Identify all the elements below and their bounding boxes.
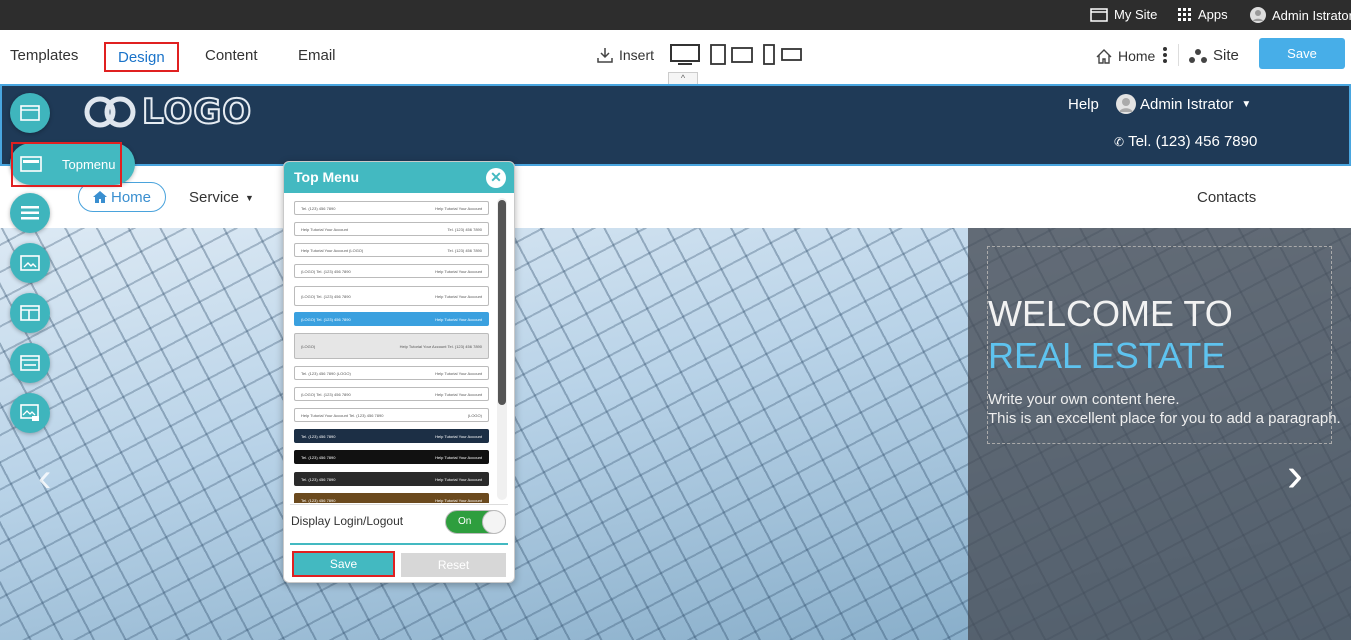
avatar-icon bbox=[1250, 7, 1266, 23]
nav-home-label: Home bbox=[110, 188, 151, 206]
desktop-view-icon[interactable] bbox=[670, 44, 700, 66]
top-bar: My Site Apps Admin Istrator bbox=[0, 0, 1351, 30]
hero-paragraph-1: Write your own content here. bbox=[988, 391, 1180, 408]
tab-templates[interactable]: Templates bbox=[10, 42, 78, 72]
image-frame-icon bbox=[20, 255, 40, 271]
home-label: Home bbox=[1118, 48, 1156, 64]
apps-label: Apps bbox=[1198, 7, 1228, 22]
caret-down-icon: ▼ bbox=[1241, 98, 1252, 110]
top-menu-panel: Top Menu ✕ Tel. (123) 456 7890 Help Tutor… bbox=[283, 161, 515, 583]
scrollbar-thumb[interactable] bbox=[498, 200, 506, 405]
menu-style-option[interactable]: (LOGO) Tel. (123) 456 7890 Help Tutorial … bbox=[294, 312, 489, 326]
topmenu-highlight bbox=[11, 142, 122, 187]
footer-button[interactable] bbox=[10, 343, 50, 383]
site-menu[interactable]: Site bbox=[1189, 47, 1239, 64]
menu-style-option[interactable]: Help Tutorial Your Account Tel. (123) 45… bbox=[294, 408, 489, 422]
menu-style-option[interactable]: Help Tutorial Your Account Tel. (123) 456… bbox=[294, 222, 489, 236]
insert-button[interactable]: Insert bbox=[597, 47, 654, 63]
apps-grid-icon bbox=[1178, 7, 1191, 21]
header-user-menu[interactable]: Admin Istrator ▼ bbox=[1116, 94, 1251, 114]
content-layout-button[interactable] bbox=[10, 293, 50, 333]
site-header[interactable]: LOGO Help Admin Istrator ▼ ✆ Tel. (123) … bbox=[0, 84, 1351, 166]
insert-label: Insert bbox=[619, 47, 655, 63]
editor-toolbar: Templates Design Content Email Insert ^ … bbox=[0, 30, 1351, 84]
menu-style-option[interactable]: Tel. (123) 456 7890 Help Tutorial Your Ac… bbox=[294, 201, 489, 215]
nav-service-label: Service bbox=[189, 189, 240, 206]
home-icon bbox=[92, 191, 107, 203]
hero-paragraph-2: This is an excellent place for you to ad… bbox=[988, 410, 1341, 427]
my-site-link[interactable]: My Site bbox=[1090, 7, 1157, 22]
banner-button[interactable] bbox=[10, 243, 50, 283]
panel-reset-button[interactable]: Reset bbox=[401, 553, 506, 577]
tablet-view-icon[interactable] bbox=[710, 44, 754, 66]
menu-style-option[interactable]: (LOGO) Tel. (123) 456 7890 Help Tutorial … bbox=[294, 387, 489, 401]
hero-title-line2: REAL ESTATE bbox=[988, 335, 1226, 376]
menu-button[interactable] bbox=[10, 193, 50, 233]
window-icon bbox=[20, 105, 40, 121]
tab-design[interactable]: Design bbox=[104, 42, 179, 72]
nav-contacts[interactable]: Contacts bbox=[1197, 189, 1256, 206]
slider-next-icon[interactable]: › bbox=[1287, 448, 1303, 503]
panel-divider bbox=[290, 504, 508, 505]
hero-slider: WELCOME TO REAL ESTATE Write your own co… bbox=[0, 228, 1351, 640]
toggle-knob bbox=[482, 510, 506, 534]
hamburger-icon bbox=[21, 206, 39, 220]
header-user-name: Admin Istrator bbox=[1140, 95, 1234, 113]
collapse-toolbar-icon[interactable]: ^ bbox=[668, 72, 698, 84]
menu-style-option[interactable]: (LOGO) Tel. (123) 456 7890 Help Tutorial … bbox=[294, 264, 489, 278]
toolbar-divider bbox=[1178, 44, 1179, 66]
sitemap-icon bbox=[1189, 48, 1207, 63]
phone-number: Tel. (123) 456 7890 bbox=[1128, 133, 1258, 150]
user-name: Admin Istrator bbox=[1272, 7, 1351, 23]
menu-style-list: Tel. (123) 456 7890 Help Tutorial Your Ac… bbox=[284, 193, 514, 503]
close-icon[interactable]: ✕ bbox=[486, 168, 506, 188]
menu-style-option[interactable]: Help Tutorial Your Account (LOGO) Tel. (1… bbox=[294, 243, 489, 257]
user-avatar-icon bbox=[1116, 94, 1136, 114]
apps-link[interactable]: Apps bbox=[1178, 7, 1228, 22]
menu-style-option[interactable]: (LOGO) Help Tutorial Your Account Tel. (1… bbox=[294, 333, 489, 359]
slider-prev-icon[interactable]: ‹ bbox=[38, 456, 51, 501]
download-icon bbox=[597, 48, 613, 63]
background-image-button[interactable] bbox=[10, 393, 50, 433]
home-page-selector[interactable]: Home bbox=[1096, 48, 1155, 64]
panel-save-button[interactable]: Save bbox=[292, 551, 395, 577]
panel-scrollbar[interactable] bbox=[497, 198, 507, 500]
tab-email[interactable]: Email bbox=[298, 42, 336, 72]
logo-rings-icon bbox=[84, 96, 136, 128]
menu-style-option[interactable]: Tel. (123) 456 7890 (LOGO) Help Tutorial … bbox=[294, 366, 489, 380]
logo[interactable]: LOGO bbox=[82, 91, 253, 133]
site-label: Site bbox=[1213, 47, 1239, 64]
help-link[interactable]: Help bbox=[1068, 96, 1099, 113]
header-phone: ✆ Tel. (123) 456 7890 bbox=[1114, 133, 1257, 150]
display-login-label: Display Login/Logout bbox=[291, 514, 404, 528]
panel-accent-divider bbox=[290, 543, 508, 545]
image-settings-icon bbox=[20, 404, 39, 421]
home-icon bbox=[1096, 48, 1112, 64]
display-login-toggle[interactable]: On bbox=[445, 510, 506, 534]
phone-icon: ✆ bbox=[1114, 134, 1125, 149]
site-nav: Home Service ▼ Contacts bbox=[0, 166, 1351, 228]
browser-window-icon bbox=[1090, 7, 1108, 22]
logo-text: LOGO bbox=[141, 91, 253, 133]
save-button[interactable]: Save bbox=[1259, 38, 1345, 69]
hero-title-line1: WELCOME TO bbox=[988, 293, 1233, 334]
user-menu[interactable]: Admin Istrator bbox=[1250, 7, 1351, 23]
menu-style-option[interactable]: Tel. (123) 456 7890 Help Tutorial Your Ac… bbox=[294, 450, 489, 464]
panel-title: Top Menu bbox=[284, 162, 514, 193]
menu-style-option[interactable]: Tel. (123) 456 7890 Help Tutorial Your Ac… bbox=[294, 472, 489, 486]
my-site-label: My Site bbox=[1114, 7, 1158, 22]
more-vertical-icon[interactable] bbox=[1162, 47, 1168, 63]
toggle-value: On bbox=[458, 516, 472, 527]
hero-text-box[interactable]: WELCOME TO REAL ESTATE Write your own co… bbox=[987, 246, 1341, 444]
caret-down-icon: ▼ bbox=[245, 192, 254, 203]
layout-grid-icon bbox=[20, 305, 40, 321]
layout-window-button[interactable] bbox=[10, 93, 50, 133]
menu-style-option[interactable]: (LOGO) Tel. (123) 456 7890 Help Tutorial … bbox=[294, 286, 489, 306]
footer-window-icon bbox=[20, 355, 40, 371]
mobile-view-icon[interactable] bbox=[762, 44, 804, 66]
menu-style-option[interactable]: Tel. (123) 456 7890 Help Tutorial Your Ac… bbox=[294, 429, 489, 443]
tab-content[interactable]: Content bbox=[205, 42, 258, 72]
menu-style-option[interactable]: Tel. (123) 456 7890 Help Tutorial Your Ac… bbox=[294, 493, 489, 503]
nav-service[interactable]: Service ▼ bbox=[189, 189, 254, 206]
